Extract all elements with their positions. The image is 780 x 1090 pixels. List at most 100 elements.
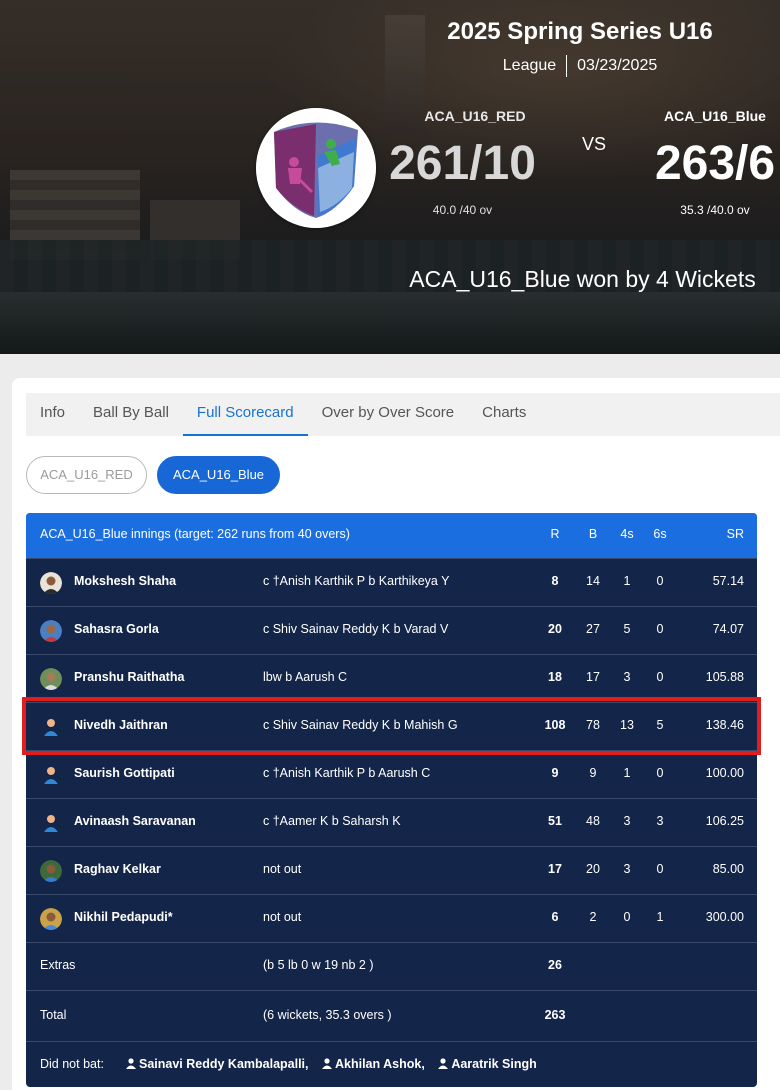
runs: 17 [548,862,562,876]
batting-scorecard: ACA_U16_Blue innings (target: 262 runs f… [26,513,757,1087]
player-name[interactable]: Pranshu Raithatha [74,670,184,684]
batter-row: Nikhil Pedapudi* not out 6 2 0 1 300.00 [26,894,757,942]
person-icon [438,1058,449,1069]
balls: 14 [586,574,600,588]
did-not-bat-row: Did not bat: Sainavi Reddy Kambalapalli,… [26,1041,757,1087]
batter-row: Sahasra Gorla c Shiv Sainav Reddy K b Va… [26,606,757,654]
balls: 27 [586,622,600,636]
player-avatar [40,668,62,690]
team2-overs: 35.3 /40.0 ov [680,203,750,217]
player-name[interactable]: Raghav Kelkar [74,862,161,876]
did-not-bat-player[interactable]: Sainavi Reddy Kambalapalli, [126,1057,309,1071]
match-result: ACA_U16_Blue won by 4 Wickets [409,266,756,292]
player-name: Sainavi Reddy Kambalapalli, [139,1057,309,1071]
extras-row: Extras (b 5 lb 0 w 19 nb 2 ) 26 [26,942,757,990]
balls: 48 [586,814,600,828]
fours: 0 [623,910,631,924]
meta-divider [566,55,568,77]
balls: 20 [586,862,600,876]
player-avatar [40,908,62,930]
runs: 6 [551,910,559,924]
did-not-bat-player[interactable]: Akhilan Ashok, [322,1057,425,1071]
team-logo-icon [256,108,376,228]
player-avatar [40,620,62,642]
dismissal-info: not out [263,862,302,876]
sixes: 0 [656,574,664,588]
col-header-runs: R [550,527,560,541]
extras-label: Extras [40,958,76,972]
player-avatar-placeholder [40,812,62,834]
tab-over-by-over-score[interactable]: Over by Over Score [308,393,469,436]
sixes: 0 [656,622,664,636]
balls: 78 [586,718,600,732]
tab-ball-by-ball[interactable]: Ball By Ball [79,393,183,436]
dismissal-info: not out [263,910,302,924]
col-header-balls: B [588,527,598,541]
player-avatar-placeholder [40,716,62,738]
batter-row: Saurish Gottipati c †Anish Karthik P b A… [26,750,757,798]
vs-label: VS [581,134,606,154]
total-value: 263 [544,1008,566,1022]
did-not-bat-player[interactable]: Aaratrik Singh [438,1057,537,1071]
fours: 3 [623,814,631,828]
runs: 108 [544,718,566,732]
match-date: 03/23/2025 [577,57,658,75]
player-name: Akhilan Ashok, [335,1057,425,1071]
strike-rate: 106.25 [705,814,744,828]
match-type: League [502,57,557,75]
team-toggle-blue[interactable]: ACA_U16_Blue [157,456,280,494]
team1-name: ACA_U16_RED [424,108,526,124]
runs: 8 [551,574,559,588]
dismissal-info: c †Aamer K b Saharsh K [263,814,401,828]
team-logo [256,108,376,228]
tab-full-scorecard[interactable]: Full Scorecard [182,393,308,436]
team1-overs: 40.0 /40 ov [432,203,493,217]
extras-detail: (b 5 lb 0 w 19 nb 2 ) [263,958,374,972]
dismissal-info: c Shiv Sainav Reddy K b Mahish G [263,718,458,732]
tab-charts[interactable]: Charts [468,393,540,436]
batter-row: Mokshesh Shaha c †Anish Karthik P b Kart… [26,558,757,606]
total-detail: (6 wickets, 35.3 overs ) [263,1008,392,1022]
match-hero-banner: 2025 Spring Series U16 League 03/23/2025 … [0,0,780,354]
person-icon [322,1058,332,1069]
team2-name: ACA_U16_Blue [664,108,766,124]
total-label: Total [40,1008,67,1022]
balls: 17 [586,670,600,684]
dismissal-info: c †Anish Karthik P b Karthikeya Y [263,574,450,588]
player-name[interactable]: Avinaash Saravanan [74,814,196,828]
fours: 5 [623,622,631,636]
batter-row: Avinaash Saravanan c †Aamer K b Saharsh … [26,798,757,846]
dismissal-info: c Shiv Sainav Reddy K b Varad V [263,622,449,636]
strike-rate: 74.07 [712,622,744,636]
team2-score: 263/6 [654,137,776,190]
player-name[interactable]: Saurish Gottipati [74,766,175,780]
sixes: 0 [656,862,664,876]
strike-rate: 85.00 [712,862,744,876]
did-not-bat-list: Sainavi Reddy Kambalapalli, Akhilan Asho… [126,1057,547,1071]
sixes: 1 [656,910,664,924]
sixes: 0 [656,670,664,684]
dismissal-info: c †Anish Karthik P b Aarush C [263,766,431,780]
series-title: 2025 Spring Series U16 [447,18,713,45]
runs: 51 [548,814,562,828]
strike-rate: 105.88 [705,670,744,684]
player-name[interactable]: Mokshesh Shaha [74,574,176,588]
fours: 1 [623,766,631,780]
batter-row: Raghav Kelkar not out 17 20 3 0 85.00 [26,846,757,894]
batter-row: Nivedh Jaithran c Shiv Sainav Reddy K b … [26,702,757,750]
sixes: 0 [656,766,664,780]
player-name[interactable]: Nikhil Pedapudi* [74,910,173,924]
team1-score: 261/10 [389,137,536,190]
sixes: 3 [656,814,664,828]
strike-rate: 100.00 [705,766,744,780]
player-name[interactable]: Sahasra Gorla [74,622,159,636]
player-name[interactable]: Nivedh Jaithran [74,718,168,732]
person-icon [126,1058,136,1069]
strike-rate: 138.46 [705,718,744,732]
tab-info[interactable]: Info [26,393,79,436]
runs: 18 [548,670,562,684]
match-meta: League 03/23/2025 [380,55,780,77]
fours: 1 [623,574,631,588]
team-toggle-red[interactable]: ACA_U16_RED [26,456,147,494]
balls: 9 [589,766,597,780]
